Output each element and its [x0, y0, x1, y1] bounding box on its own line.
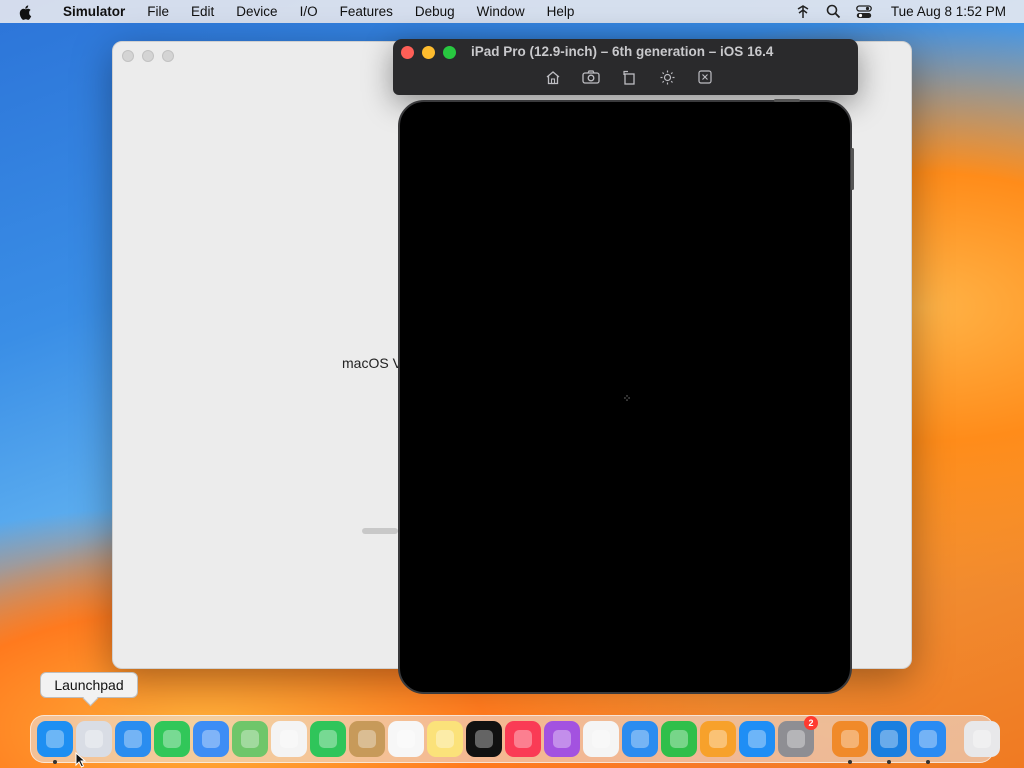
minimize-button-inactive[interactable] — [142, 50, 154, 62]
numbers-icon — [670, 730, 688, 748]
dock-podcasts-app[interactable] — [544, 721, 580, 757]
running-indicator — [53, 760, 57, 764]
dock-news-app[interactable] — [583, 721, 619, 757]
menu-debug[interactable]: Debug — [404, 4, 466, 19]
running-indicator — [887, 760, 891, 764]
menu-io[interactable]: I/O — [289, 4, 329, 19]
finder-icon — [46, 730, 64, 748]
network-status-icon[interactable] — [795, 4, 811, 20]
dock: 2 — [30, 715, 1000, 764]
menu-clock[interactable]: Tue Aug 8 1:52 PM — [891, 4, 1006, 19]
screenshot-icon — [582, 70, 600, 84]
close-button[interactable] — [401, 46, 414, 59]
simulator-toolbar — [543, 68, 715, 86]
dock-reminders-app[interactable] — [388, 721, 424, 757]
mail-icon — [202, 730, 220, 748]
dock-tv-app[interactable] — [466, 721, 502, 757]
contacts-icon — [358, 730, 376, 748]
menu-device[interactable]: Device — [225, 4, 288, 19]
menu-features[interactable]: Features — [329, 4, 404, 19]
dock-simulator-app[interactable] — [910, 721, 946, 764]
zoom-button-inactive[interactable] — [162, 50, 174, 62]
notification-badge: 2 — [804, 716, 818, 730]
window-controls-inactive — [122, 50, 174, 62]
close-button-inactive[interactable] — [122, 50, 134, 62]
rotate-icon — [622, 70, 635, 85]
dock-finder-app[interactable] — [37, 721, 73, 764]
window-label: macOS V — [342, 355, 402, 371]
menu-bar: Simulator File Edit Device I/O Features … — [0, 0, 1024, 23]
tv-icon — [475, 730, 493, 748]
dock-keynote-app[interactable] — [622, 721, 658, 757]
home-button[interactable] — [543, 68, 563, 86]
dock-settings-app[interactable]: 2 — [778, 716, 818, 757]
simulator-titlebar[interactable]: iPad Pro (12.9-inch) – 6th generation – … — [393, 39, 858, 95]
minimize-button[interactable] — [422, 46, 435, 59]
home-icon — [546, 70, 560, 84]
zoom-button[interactable] — [443, 46, 456, 59]
podcasts-icon — [553, 730, 571, 748]
scroll-indicator[interactable] — [362, 528, 398, 534]
dock-mail-app[interactable] — [193, 721, 229, 757]
instruments-icon — [841, 730, 859, 748]
screenshot-button[interactable] — [581, 68, 601, 86]
keynote-icon — [631, 730, 649, 748]
news-icon — [592, 730, 610, 748]
simulator-title: iPad Pro (12.9-inch) – 6th generation – … — [471, 44, 774, 59]
menu-file[interactable]: File — [136, 4, 180, 19]
menu-window[interactable]: Window — [466, 4, 536, 19]
notes-icon — [436, 730, 454, 748]
dock-photos-app[interactable] — [271, 721, 307, 757]
facetime-icon — [319, 730, 337, 748]
menu-help[interactable]: Help — [536, 4, 586, 19]
dock-safari-app[interactable] — [115, 721, 151, 757]
maps-icon — [241, 730, 259, 748]
reminders-icon — [397, 730, 415, 748]
messages-icon — [163, 730, 181, 748]
device-side-button — [851, 148, 854, 190]
dock-instruments-app[interactable] — [832, 721, 868, 764]
launchpad-icon — [85, 730, 103, 748]
settings-icon — [787, 730, 805, 748]
music-icon — [514, 730, 532, 748]
app-store-icon — [748, 730, 766, 748]
device-top-button — [774, 99, 800, 102]
dock-notes-app[interactable] — [427, 721, 463, 757]
dock-facetime-app[interactable] — [310, 721, 346, 757]
dock-music-app[interactable] — [505, 721, 541, 757]
appearance-icon — [660, 70, 674, 84]
spotlight-search-icon[interactable] — [826, 4, 841, 19]
loading-spinner-icon — [624, 395, 630, 401]
keyboard-icon — [698, 70, 712, 84]
pages-icon — [709, 730, 727, 748]
menu-app-name[interactable]: Simulator — [52, 4, 136, 19]
window-controls — [401, 46, 456, 59]
dock-trash-app[interactable] — [964, 721, 1000, 757]
dock-numbers-app[interactable] — [661, 721, 697, 757]
running-indicator — [926, 760, 930, 764]
keyboard-button[interactable] — [695, 68, 715, 86]
control-center-icon[interactable] — [856, 4, 872, 19]
xcode-icon — [880, 730, 898, 748]
dock-xcode-app[interactable] — [871, 721, 907, 764]
apple-icon[interactable] — [18, 4, 34, 20]
safari-icon — [124, 730, 142, 748]
running-indicator — [848, 760, 852, 764]
rotate-button[interactable] — [619, 68, 639, 86]
mouse-cursor-icon — [75, 752, 87, 768]
ipad-screen[interactable] — [398, 99, 854, 694]
dock-maps-app[interactable] — [232, 721, 268, 757]
photos-icon — [280, 730, 298, 748]
simulator-icon — [919, 730, 937, 748]
dock-contacts-app[interactable] — [349, 721, 385, 757]
trash-icon — [973, 730, 991, 748]
menu-edit[interactable]: Edit — [180, 4, 225, 19]
dock-messages-app[interactable] — [154, 721, 190, 757]
appearance-button[interactable] — [657, 68, 677, 86]
dock-app-store-app[interactable] — [739, 721, 775, 757]
dock-pages-app[interactable] — [700, 721, 736, 757]
dock-tooltip: Launchpad — [40, 672, 138, 698]
